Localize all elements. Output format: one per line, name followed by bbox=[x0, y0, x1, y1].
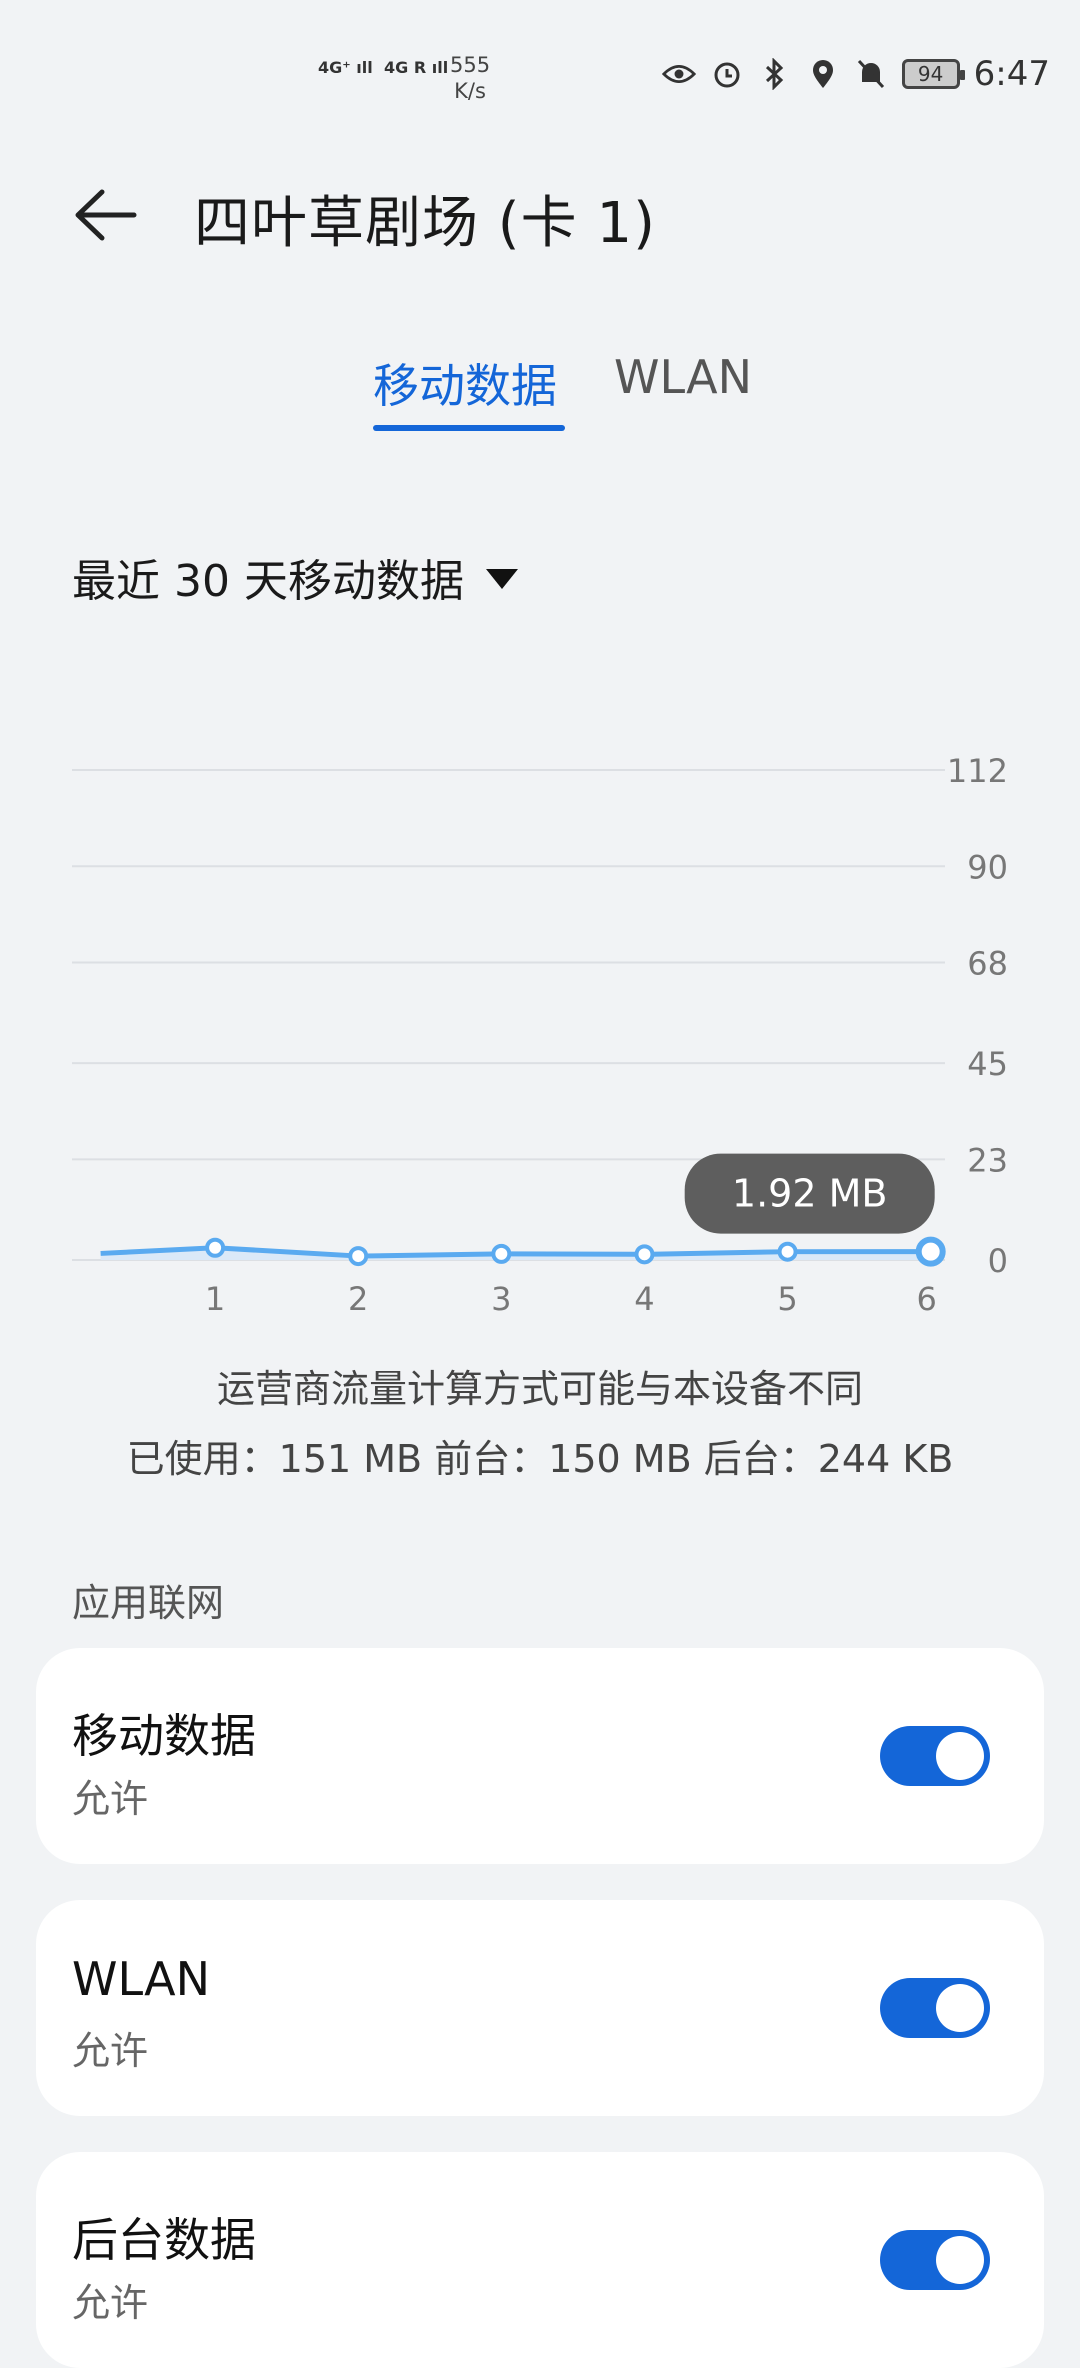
y-tick-label: 45 bbox=[967, 1045, 1008, 1083]
x-tick-label: 2 bbox=[348, 1280, 368, 1318]
back-arrow-icon bbox=[75, 189, 137, 241]
data-point bbox=[491, 1243, 512, 1264]
card-subtitle: 允许 bbox=[72, 1777, 149, 1821]
network-speed-value: 555 bbox=[450, 53, 491, 77]
data-point bbox=[205, 1237, 226, 1258]
card-title: 移动数据 bbox=[72, 1709, 256, 1763]
period-dropdown[interactable]: 最近 30 天移动数据 bbox=[72, 545, 518, 609]
card-subtitle: 允许 bbox=[72, 2029, 149, 2073]
mobile-data-toggle[interactable] bbox=[880, 1726, 990, 1786]
data-point bbox=[915, 1236, 946, 1267]
x-tick-label: 3 bbox=[491, 1280, 511, 1318]
status-bar: 4G⁺ ıll 4G R ıll 555 K/s 94 6:47 bbox=[0, 0, 1080, 130]
clock: 6:47 bbox=[973, 54, 1050, 94]
signal-sim2: 4G R ıll bbox=[384, 58, 449, 77]
battery-icon: 94 bbox=[901, 59, 965, 89]
location-icon bbox=[806, 57, 840, 91]
usage-chart-svg: 1129068452301 2 3 4 5 61.92 MB bbox=[72, 752, 1008, 1318]
x-tick-label: 6 bbox=[917, 1280, 937, 1318]
tooltip-value: 1.92 MB bbox=[732, 1172, 888, 1216]
network-speed-unit: K/s bbox=[454, 79, 486, 103]
toggle-knob bbox=[936, 1732, 984, 1780]
eye-icon bbox=[661, 57, 696, 91]
y-tick-label: 23 bbox=[967, 1141, 1008, 1179]
card-title: WLAN bbox=[72, 1952, 211, 2006]
y-tick-label: 0 bbox=[988, 1242, 1008, 1280]
usage-summary: 已使用：151 MB 前台：150 MB 后台：244 KB bbox=[126, 1437, 954, 1481]
card-title: 后台数据 bbox=[72, 2213, 256, 2267]
section-header: 应用联网 bbox=[72, 1581, 225, 1625]
y-tick-label: 112 bbox=[947, 752, 1008, 790]
data-point bbox=[348, 1246, 369, 1267]
bluetooth-icon bbox=[758, 57, 792, 91]
back-button[interactable] bbox=[72, 180, 142, 250]
data-point bbox=[777, 1241, 798, 1262]
tab-wlan[interactable]: WLAN bbox=[614, 350, 752, 404]
tab-mobile-data[interactable]: 移动数据 bbox=[373, 350, 557, 416]
status-icons: 94 6:47 bbox=[661, 54, 1050, 94]
toggle-knob bbox=[936, 1984, 984, 2032]
toggle-knob bbox=[936, 2236, 984, 2284]
signal-sim1: 4G⁺ ıll bbox=[318, 58, 373, 77]
dropdown-triangle-icon bbox=[485, 569, 518, 589]
alarm-icon bbox=[710, 57, 744, 91]
wlan-toggle[interactable] bbox=[880, 1978, 990, 2038]
background-data-toggle[interactable] bbox=[880, 2230, 990, 2290]
x-tick-label: 5 bbox=[777, 1280, 797, 1318]
data-point bbox=[634, 1244, 655, 1265]
wlan-card[interactable]: WLAN 允许 bbox=[36, 1900, 1044, 2116]
y-tick-label: 68 bbox=[967, 945, 1008, 983]
page-title: 四叶草剧场 (卡 1) bbox=[194, 191, 656, 256]
y-tick-label: 90 bbox=[967, 848, 1008, 886]
mobile-data-card[interactable]: 移动数据 允许 bbox=[36, 1648, 1044, 1864]
x-tick-label: 4 bbox=[634, 1280, 654, 1318]
carrier-note: 运营商流量计算方式可能与本设备不同 bbox=[216, 1367, 863, 1411]
tab-indicator bbox=[373, 425, 565, 431]
x-tick-label: 1 bbox=[205, 1280, 225, 1318]
usage-chart: 112 90 68 45 23 0 1 2 3 4 5 6 1.92 MB bbox=[0, 720, 1080, 1320]
background-data-card[interactable]: 后台数据 允许 bbox=[36, 2152, 1044, 2368]
card-subtitle: 允许 bbox=[72, 2281, 149, 2325]
mute-bell-icon bbox=[854, 57, 888, 91]
period-label: 最近 30 天移动数据 bbox=[72, 556, 464, 607]
network-speed: 555 K/s bbox=[450, 52, 490, 104]
